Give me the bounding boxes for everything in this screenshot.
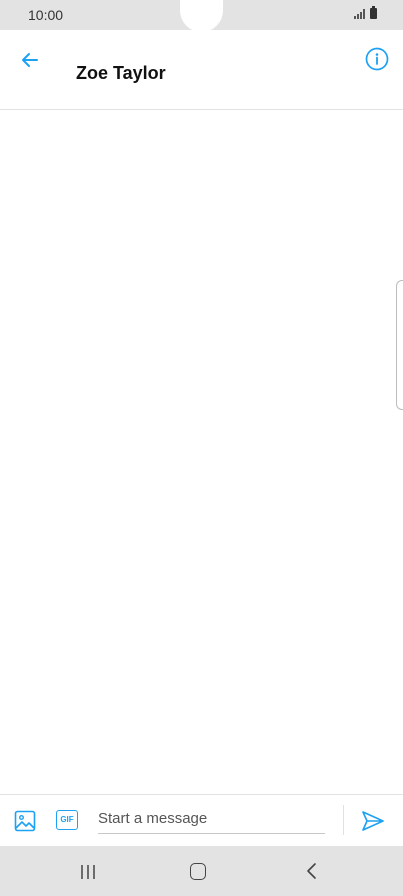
edge-panel-handle[interactable] (396, 280, 403, 410)
gif-label: GIF (60, 815, 74, 824)
status-bar: 10:00 (0, 0, 403, 32)
info-circle-icon[interactable] (364, 46, 390, 72)
send-icon[interactable] (360, 808, 386, 834)
status-time: 10:00 (28, 7, 64, 23)
message-list[interactable] (0, 110, 403, 794)
gif-icon[interactable]: GIF (56, 810, 78, 830)
arrow-left-icon[interactable] (18, 48, 42, 72)
signal-icon (354, 9, 365, 19)
image-icon[interactable] (13, 809, 37, 833)
system-nav-bar (0, 846, 403, 896)
home-icon[interactable] (190, 863, 206, 880)
back-nav-icon[interactable] (304, 862, 320, 880)
recent-apps-icon[interactable] (79, 864, 97, 880)
message-input[interactable] (98, 803, 325, 834)
status-icons (354, 6, 377, 19)
conversation-header: Zoe Taylor (0, 30, 403, 110)
page-title: Zoe Taylor (76, 63, 166, 83)
composer-divider (343, 805, 344, 835)
message-composer: GIF (0, 794, 403, 847)
battery-icon (370, 6, 377, 19)
camera-notch (180, 0, 223, 32)
